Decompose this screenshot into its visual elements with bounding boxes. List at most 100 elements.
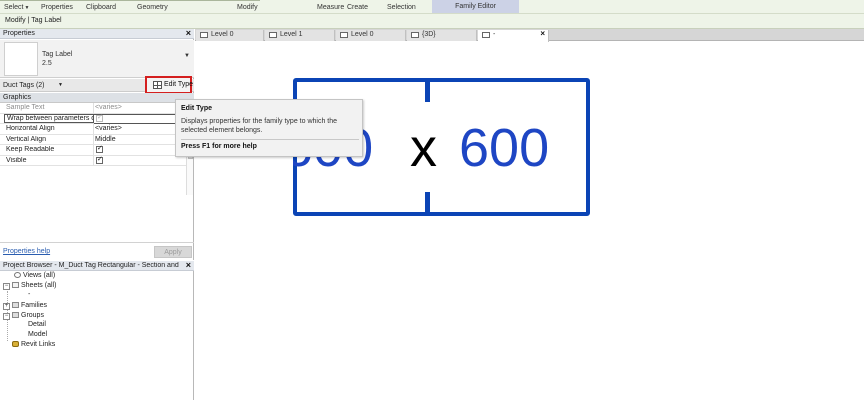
tree-item-label: Groups: [21, 312, 44, 319]
tab-label: Level 0: [351, 31, 374, 38]
revit-links-icon: [12, 341, 19, 347]
edit-type-tooltip: Edit Type Displays properties for the fa…: [175, 99, 363, 157]
tree-item-label: Families: [21, 302, 48, 309]
tree-item-sheet[interactable]: -: [28, 291, 30, 298]
view-tab-bar: Level 0 Level 1 Level 0 {3D} - ×: [195, 29, 864, 42]
wrap-checkbox[interactable]: [96, 113, 103, 122]
ribbon-panel-geometry[interactable]: Geometry: [137, 3, 168, 12]
tree-item-revit-links[interactable]: Revit Links: [12, 341, 55, 348]
edit-type-icon: [153, 81, 162, 89]
sheets-icon: [12, 282, 19, 288]
tree-item-sheets[interactable]: Sheets (all): [12, 282, 56, 289]
ribbon-panel-properties[interactable]: Properties: [41, 3, 73, 12]
section-view-icon: [482, 32, 490, 38]
close-icon[interactable]: ×: [186, 260, 191, 270]
properties-header: Properties ×: [0, 28, 194, 39]
property-row-sample-text[interactable]: Sample Text <varies>: [0, 103, 186, 114]
tree-item-families[interactable]: Families: [12, 302, 47, 309]
tree-item-detail[interactable]: Detail: [28, 321, 46, 328]
graphics-group-label: Graphics: [3, 94, 32, 101]
tree-item-views[interactable]: Views (all): [14, 272, 55, 279]
ribbon-select-menu[interactable]: Select▼: [4, 3, 29, 13]
ribbon-panel-clipboard[interactable]: Clipboard: [86, 3, 116, 12]
properties-help-link[interactable]: Properties help: [3, 248, 50, 255]
tooltip-title: Edit Type: [181, 105, 212, 112]
tree-item-groups[interactable]: Groups: [12, 312, 44, 319]
tag-height-value[interactable]: 600: [459, 116, 549, 180]
tag-separator: x: [410, 118, 437, 178]
tab-label: Level 1: [280, 31, 303, 38]
edit-type-button[interactable]: Edit Type: [145, 76, 194, 94]
chevron-down-icon[interactable]: ▼: [58, 82, 63, 88]
chevron-down-icon[interactable]: ▼: [184, 53, 190, 59]
tooltip-divider: [181, 139, 359, 140]
column-divider: [93, 103, 94, 114]
tag-divider-top: [425, 78, 430, 102]
type-preview-image: [4, 42, 38, 76]
property-row-horizontal-align[interactable]: Horizontal Align <varies>: [0, 124, 186, 135]
plan-view-icon: [340, 32, 348, 38]
property-name: Vertical Align: [6, 135, 47, 143]
property-row-keep-readable[interactable]: Keep Readable: [0, 144, 186, 156]
property-row-visible[interactable]: Visible: [0, 155, 186, 166]
property-value[interactable]: <varies>: [95, 125, 122, 132]
column-divider: [93, 155, 94, 166]
tab-level-1[interactable]: Level 1: [265, 30, 335, 41]
collapse-icon[interactable]: −: [3, 313, 10, 320]
context-bar: Modify | Tag Label: [0, 14, 864, 29]
tab-level-0[interactable]: Level 0: [196, 30, 264, 41]
tree-item-label: Views (all): [23, 272, 56, 279]
drawing-canvas[interactable]: 600 x 600: [195, 42, 864, 400]
ribbon-panel-create[interactable]: Create: [347, 3, 368, 12]
type-size: 2.5: [42, 60, 52, 67]
tab-level-0-ceiling[interactable]: Level 0: [336, 30, 406, 41]
tree-item-label: Revit Links: [21, 341, 56, 348]
property-name: Horizontal Align: [6, 125, 55, 132]
project-browser: Project Browser - M_Duct Tag Rectangular…: [0, 260, 194, 400]
views-icon: [14, 272, 21, 278]
instance-filter-label: Duct Tags (2): [3, 82, 45, 89]
properties-panel: Properties × Tag Label 2.5 ▼ Duct Tags (…: [0, 28, 194, 260]
visible-checkbox[interactable]: [96, 155, 103, 164]
property-name: Wrap between parameters o...: [4, 113, 94, 123]
ribbon-panel-family-editor[interactable]: Family Editor: [432, 0, 519, 13]
ribbon-panel-measure[interactable]: Measure: [317, 3, 344, 12]
ribbon: Select▼ Properties Clipboard Geometry Mo…: [0, 0, 864, 14]
column-divider: [93, 134, 94, 145]
tab-label: -: [493, 31, 496, 38]
property-row-vertical-align[interactable]: Vertical Align Middle: [0, 134, 186, 145]
tab-3d[interactable]: {3D}: [407, 30, 477, 41]
close-icon[interactable]: ×: [186, 28, 191, 38]
property-row-wrap-between-parameters[interactable]: Wrap between parameters o...: [0, 113, 186, 124]
edit-type-label: Edit Type: [164, 81, 194, 88]
ribbon-select-label: Select: [4, 4, 24, 11]
property-name: Keep Readable: [6, 146, 55, 153]
ribbon-panel-selection[interactable]: Selection: [387, 3, 416, 12]
context-tab-label[interactable]: Modify | Tag Label: [5, 17, 62, 24]
plan-view-icon: [269, 32, 277, 38]
project-browser-title: Project Browser - M_Duct Tag Rectangular…: [3, 262, 181, 269]
keep-readable-checkbox[interactable]: [96, 144, 103, 153]
tab-active-view[interactable]: - ×: [478, 29, 549, 42]
property-value[interactable]: Middle: [95, 136, 116, 143]
type-name: Tag Label: [42, 51, 73, 58]
tooltip-help: Press F1 for more help: [181, 143, 257, 150]
apply-button[interactable]: Apply: [154, 246, 192, 258]
column-divider: [93, 145, 94, 156]
properties-table: Sample Text <varies> Wrap between parame…: [0, 103, 186, 166]
collapse-icon[interactable]: −: [3, 283, 10, 290]
property-value-box[interactable]: [94, 113, 176, 124]
type-selector[interactable]: Tag Label 2.5 ▼: [0, 40, 194, 78]
ribbon-topline: [0, 0, 260, 1]
property-name: Sample Text: [6, 104, 45, 111]
tooltip-description: Displays properties for the family type …: [181, 118, 338, 134]
groups-icon: [12, 312, 19, 318]
expand-icon[interactable]: +: [3, 303, 10, 310]
graphics-group-header[interactable]: Graphics: [0, 93, 194, 103]
property-value[interactable]: <varies>: [95, 104, 122, 111]
tree-item-model[interactable]: Model: [28, 331, 47, 338]
close-icon[interactable]: ×: [540, 29, 545, 39]
ribbon-panel-modify[interactable]: Modify: [237, 3, 258, 12]
properties-footer: Properties help Apply: [0, 242, 194, 260]
tag-divider-bottom: [425, 192, 430, 216]
